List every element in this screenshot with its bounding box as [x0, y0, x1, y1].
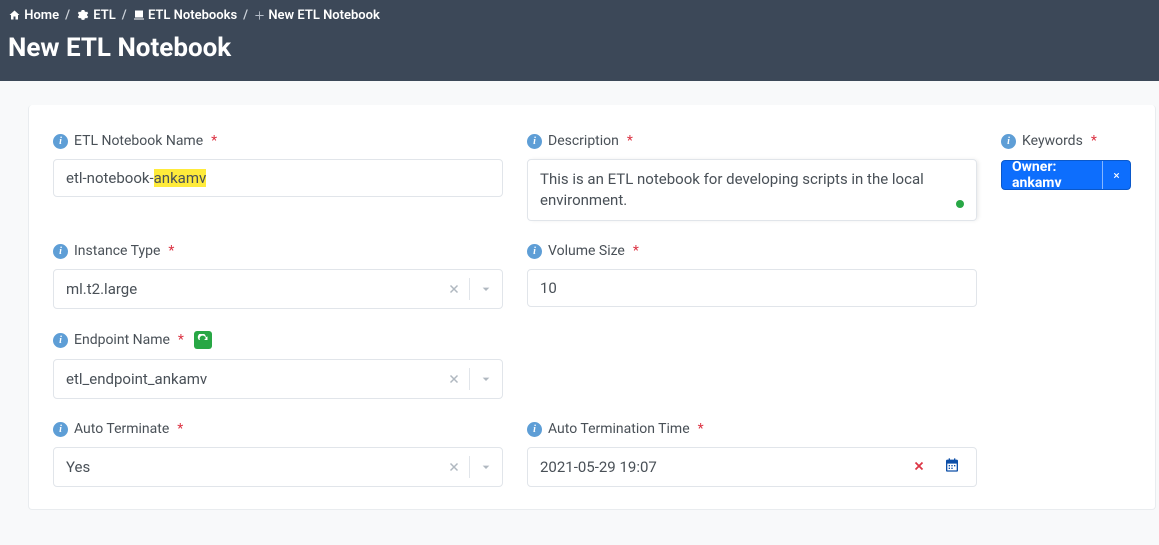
- label-description: Description: [548, 133, 619, 149]
- auto-termination-time-input[interactable]: 2021-05-29 19:07: [527, 447, 977, 487]
- description-value: This is an ETL notebook for developing s…: [540, 169, 964, 211]
- keyword-tag-remove[interactable]: [1102, 161, 1130, 189]
- info-icon[interactable]: i: [53, 422, 68, 437]
- chevron-down-icon: [478, 371, 494, 387]
- volume-size-input[interactable]: [527, 269, 977, 307]
- endpoint-name-clear[interactable]: [439, 360, 469, 398]
- chevron-down-icon: [478, 281, 494, 297]
- breadcrumb-current: New ETL Notebook: [254, 8, 380, 23]
- info-icon[interactable]: i: [1001, 134, 1016, 149]
- endpoint-name-dropdown[interactable]: [470, 360, 502, 398]
- field-auto-terminate: i Auto Terminate * Yes: [53, 421, 503, 487]
- info-icon[interactable]: i: [527, 422, 542, 437]
- resize-handle[interactable]: [965, 209, 975, 219]
- label-keywords: Keywords: [1022, 133, 1083, 149]
- chevron-down-icon: [478, 459, 494, 475]
- auto-terminate-clear[interactable]: [439, 448, 469, 486]
- field-instance-type: i Instance Type * ml.t2.large: [53, 243, 503, 309]
- close-icon: [912, 459, 926, 473]
- description-textarea[interactable]: This is an ETL notebook for developing s…: [527, 159, 977, 221]
- termination-time-clear[interactable]: [898, 457, 940, 478]
- breadcrumb-sep: /: [243, 8, 248, 23]
- breadcrumb-sep: /: [122, 8, 127, 23]
- breadcrumb-current-label: New ETL Notebook: [268, 8, 380, 23]
- required-marker: *: [177, 421, 183, 437]
- required-marker: *: [633, 243, 639, 259]
- field-volume-size: i Volume Size *: [527, 243, 977, 309]
- close-icon: [447, 372, 461, 386]
- label-instance-type: Instance Type: [74, 243, 160, 259]
- plus-icon: [254, 10, 265, 21]
- notebook-name-input[interactable]: etl-notebook-ankamv: [53, 159, 503, 197]
- calendar-icon: [944, 457, 960, 473]
- close-icon: [447, 460, 461, 474]
- required-marker: *: [1091, 133, 1097, 149]
- label-endpoint-name: Endpoint Name: [74, 332, 170, 348]
- instance-type-value: ml.t2.large: [66, 280, 439, 298]
- breadcrumb: Home / ETL / ETL Notebooks / New ETL Not…: [8, 8, 1151, 23]
- required-marker: *: [627, 133, 633, 149]
- field-auto-termination-time: i Auto Termination Time * 2021-05-29 19:…: [527, 421, 977, 487]
- page-title: New ETL Notebook: [8, 33, 1151, 63]
- required-marker: *: [698, 421, 704, 437]
- field-keywords: i Keywords * Owner: ankamv: [1001, 133, 1131, 221]
- info-icon[interactable]: i: [53, 134, 68, 149]
- gears-icon: [76, 9, 90, 21]
- field-description: i Description * This is an ETL notebook …: [527, 133, 977, 221]
- page-header: Home / ETL / ETL Notebooks / New ETL Not…: [0, 0, 1159, 81]
- home-icon: [8, 9, 21, 21]
- instance-type-dropdown[interactable]: [470, 270, 502, 308]
- breadcrumb-sep: /: [65, 8, 70, 23]
- endpoint-name-select[interactable]: etl_endpoint_ankamv: [53, 359, 503, 399]
- auto-terminate-select[interactable]: Yes: [53, 447, 503, 487]
- breadcrumb-home-label: Home: [24, 8, 59, 23]
- form-card: i ETL Notebook Name * etl-notebook-ankam…: [28, 105, 1156, 510]
- label-name: ETL Notebook Name: [74, 133, 203, 149]
- keyword-tag: Owner: ankamv: [1001, 160, 1131, 190]
- info-icon[interactable]: i: [53, 333, 68, 348]
- endpoint-refresh-button[interactable]: [194, 331, 212, 349]
- required-marker: *: [178, 332, 184, 348]
- endpoint-name-value: etl_endpoint_ankamv: [66, 370, 439, 388]
- info-icon[interactable]: i: [53, 244, 68, 259]
- breadcrumb-home[interactable]: Home: [8, 8, 59, 23]
- refresh-icon: [197, 334, 209, 346]
- auto-terminate-dropdown[interactable]: [470, 448, 502, 486]
- required-marker: *: [211, 133, 217, 149]
- breadcrumb-etl[interactable]: ETL: [76, 8, 116, 23]
- info-icon[interactable]: i: [527, 134, 542, 149]
- required-marker: *: [168, 243, 174, 259]
- field-endpoint-name: i Endpoint Name * etl_endpoint_ankamv: [53, 331, 503, 399]
- instance-type-clear[interactable]: [439, 270, 469, 308]
- label-auto-terminate: Auto Terminate: [74, 421, 169, 437]
- name-prefix: etl-notebook-: [66, 169, 154, 187]
- instance-type-select[interactable]: ml.t2.large: [53, 269, 503, 309]
- keyword-tag-label: Owner: ankamv: [1002, 161, 1102, 189]
- notebook-icon: [133, 9, 145, 21]
- breadcrumb-etl-label: ETL: [93, 8, 115, 23]
- label-volume-size: Volume Size: [548, 243, 625, 259]
- auto-termination-time-value: 2021-05-29 19:07: [540, 458, 898, 476]
- auto-terminate-value: Yes: [66, 458, 439, 476]
- breadcrumb-notebooks-label: ETL Notebooks: [148, 8, 237, 23]
- field-notebook-name: i ETL Notebook Name * etl-notebook-ankam…: [53, 133, 503, 221]
- close-icon: [1112, 171, 1121, 180]
- close-icon: [447, 282, 461, 296]
- breadcrumb-notebooks[interactable]: ETL Notebooks: [133, 8, 237, 23]
- status-dot-icon: [956, 200, 964, 208]
- info-icon[interactable]: i: [527, 244, 542, 259]
- label-auto-termination-time: Auto Termination Time: [548, 421, 690, 437]
- name-highlight: ankamv: [154, 169, 207, 187]
- termination-time-calendar[interactable]: [940, 457, 964, 477]
